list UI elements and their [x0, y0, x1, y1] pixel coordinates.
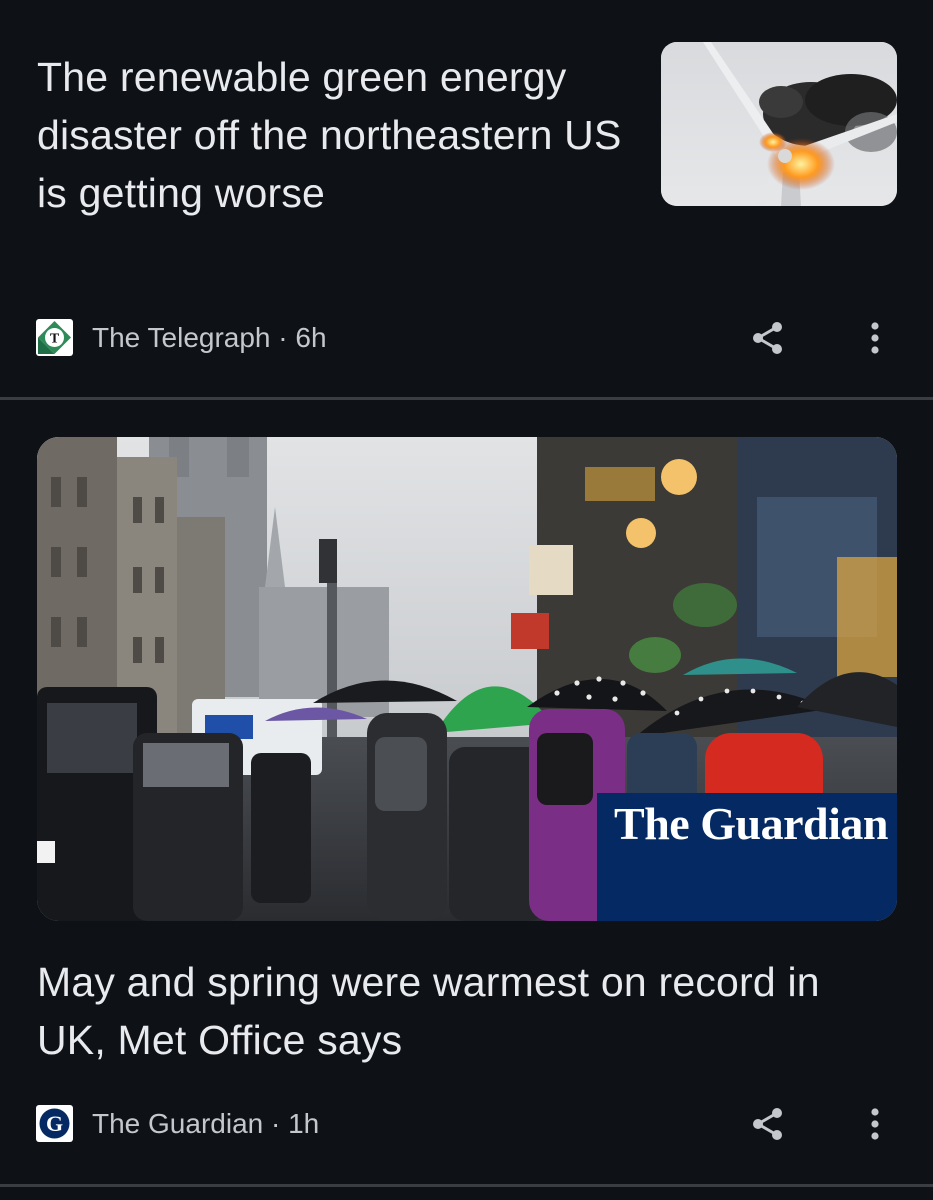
guardian-watermark: The Guardian	[597, 793, 897, 921]
more-options-button[interactable]	[858, 318, 892, 358]
article-headline[interactable]: The renewable green energy disaster off …	[37, 48, 637, 222]
source-name[interactable]: The Telegraph	[92, 322, 271, 353]
published-time: 6h	[295, 322, 327, 353]
card-divider	[0, 1184, 933, 1187]
news-feed: The renewable green energy disaster off …	[0, 0, 933, 1200]
article-headline[interactable]: May and spring were warmest on record in…	[37, 953, 897, 1069]
article-meta: T The Telegraph · 6h	[36, 318, 897, 358]
article-card-telegraph[interactable]: The renewable green energy disaster off …	[0, 0, 933, 398]
meta-separator: ·	[271, 1108, 281, 1139]
article-source-line[interactable]: The Guardian · 1h	[92, 1106, 319, 1142]
meta-separator: ·	[278, 322, 288, 353]
burning-wind-turbine-image	[661, 42, 897, 206]
svg-text:G: G	[46, 1111, 63, 1136]
article-meta: G The Guardian · 1h	[36, 1104, 897, 1144]
share-icon	[753, 322, 782, 354]
article-hero-image[interactable]: The Guardian	[37, 437, 897, 921]
more-options-button[interactable]	[858, 1104, 892, 1144]
published-time: 1h	[288, 1108, 320, 1139]
article-thumbnail[interactable]	[661, 42, 897, 206]
source-name[interactable]: The Guardian	[92, 1108, 263, 1139]
more-vertical-icon	[871, 322, 879, 354]
share-button[interactable]	[746, 318, 790, 358]
card-divider	[0, 397, 933, 400]
svg-text:T: T	[50, 332, 60, 347]
article-source-line[interactable]: The Telegraph · 6h	[92, 320, 327, 356]
telegraph-logo-icon: T	[36, 319, 73, 356]
guardian-logo-icon: G	[36, 1105, 73, 1142]
share-icon	[753, 1108, 782, 1140]
share-button[interactable]	[746, 1104, 790, 1144]
more-vertical-icon	[871, 1108, 879, 1140]
guardian-watermark-text: The Guardian	[614, 798, 888, 849]
